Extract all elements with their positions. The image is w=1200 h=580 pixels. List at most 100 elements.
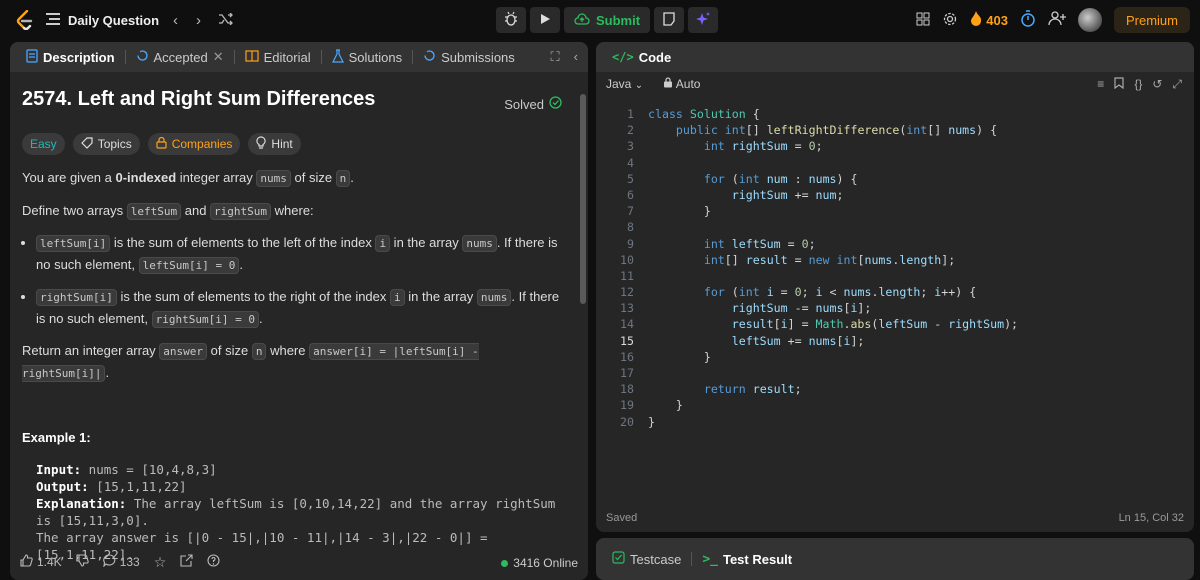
list-item: rightSum[i] is the sum of elements to th… — [36, 286, 562, 330]
problem-description: 2574. Left and Right Sum Differences Sol… — [22, 88, 562, 563]
shuffle-icon[interactable] — [215, 12, 237, 29]
thumbs-down-icon — [76, 554, 89, 570]
add-friend-icon[interactable] — [1048, 11, 1066, 29]
lock-icon — [663, 77, 676, 91]
next-problem-button[interactable]: › — [192, 12, 205, 29]
lightbulb-icon — [256, 136, 267, 152]
play-icon — [539, 13, 551, 28]
tab-description[interactable]: Description — [20, 48, 121, 66]
online-count: 3416 Online — [501, 556, 578, 570]
language-select[interactable]: Java ⌄ — [606, 77, 643, 91]
layout-grid-icon[interactable] — [916, 12, 930, 29]
help-icon[interactable] — [207, 554, 220, 570]
hint-badge[interactable]: Hint — [248, 133, 301, 155]
topics-badge[interactable]: Topics — [72, 133, 140, 155]
timer-icon[interactable] — [1020, 10, 1036, 30]
reset-icon[interactable]: ↺ — [1152, 77, 1162, 92]
like-button[interactable]: 1.4K — [20, 554, 62, 570]
expand-icon[interactable]: ⤢ — [1172, 77, 1182, 92]
description-paragraph: You are given a 0-indexed integer array … — [22, 170, 354, 187]
tab-separator — [320, 50, 322, 64]
tab-accepted[interactable]: Accepted ✕ — [130, 49, 230, 65]
code-toolbar: Java ⌄ Auto ≡ {} ↺ ⤢ — [596, 72, 1194, 96]
auto-mode-toggle[interactable]: Auto — [663, 77, 700, 91]
saved-status: Saved — [606, 512, 638, 524]
cursor-position: Ln 15, Col 32 — [1118, 512, 1184, 524]
ai-assistant-button[interactable] — [688, 7, 719, 33]
online-dot-icon — [501, 559, 509, 567]
document-icon — [26, 48, 38, 66]
code-editor[interactable]: 1 class Solution { 2 public int[] leftRig… — [596, 106, 1194, 430]
format-icon[interactable]: ≡ — [1097, 77, 1104, 92]
accepted-history-icon — [136, 49, 149, 65]
description-paragraph: Return an integer array answer of size n… — [22, 343, 479, 382]
tab-separator — [412, 50, 414, 64]
description-scrollbar[interactable] — [580, 94, 586, 304]
example-title: Example 1: — [22, 430, 91, 445]
streak-counter[interactable]: 403 — [970, 11, 1008, 29]
collapse-chevron-icon[interactable]: ‹ — [574, 49, 578, 65]
lock-icon — [156, 136, 167, 152]
tab-test-result[interactable]: >_ Test Result — [696, 552, 798, 567]
chevron-down-icon: ⌄ — [634, 80, 644, 91]
dislike-button[interactable] — [76, 554, 89, 570]
tab-submissions[interactable]: Submissions — [417, 49, 521, 65]
star-icon[interactable]: ☆ — [154, 554, 167, 571]
definition-list: leftSum[i] is the sum of elements to the… — [36, 232, 562, 330]
bookmark-icon[interactable] — [1114, 76, 1124, 92]
code-tabbar: </> Code — [596, 42, 1194, 72]
tab-testcase[interactable]: Testcase — [606, 551, 687, 567]
test-panel: Testcase >_ Test Result — [596, 538, 1194, 580]
prev-problem-button[interactable]: ‹ — [169, 12, 182, 29]
description-footer: 1.4K 133 ☆ 3416 Online — [10, 544, 588, 580]
code-panel: </> Code Java ⌄ Auto ≡ {} ↺ ⤢ 1 class Sol… — [596, 42, 1194, 532]
tab-separator — [233, 50, 235, 64]
description-paragraph: Define two arrays leftSum and rightSum w… — [22, 203, 314, 220]
book-icon — [245, 49, 259, 65]
top-bar: Daily Question ‹ › Submit 403 Premium — [0, 0, 1200, 40]
flask-icon — [331, 48, 344, 66]
terminal-icon: >_ — [702, 551, 718, 567]
notes-button[interactable] — [654, 7, 685, 33]
tab-separator — [691, 552, 693, 566]
maximize-icon[interactable]: ⛶ — [551, 49, 560, 65]
page-title: 2574. Left and Right Sum Differences — [22, 88, 376, 110]
sparkle-icon — [695, 11, 711, 30]
solved-badge: Solved — [504, 96, 562, 112]
comment-icon — [102, 554, 116, 570]
left-tabbar: Description Accepted ✕ Editorial Solutio… — [10, 42, 588, 72]
problem-badges: Easy Topics Companies Hint — [22, 133, 562, 155]
description-panel: Description Accepted ✕ Editorial Solutio… — [10, 42, 588, 580]
premium-button[interactable]: Premium — [1113, 7, 1190, 33]
leetcode-logo-icon[interactable] — [14, 9, 36, 31]
difficulty-badge: Easy — [22, 133, 65, 155]
list-icon — [46, 12, 60, 28]
share-icon[interactable] — [180, 554, 193, 570]
run-button[interactable] — [530, 7, 560, 33]
list-item: leftSum[i] is the sum of elements to the… — [36, 232, 562, 276]
tab-editorial[interactable]: Editorial — [239, 50, 317, 65]
check-circle-icon — [549, 96, 562, 112]
problem-list-button[interactable]: Daily Question — [46, 12, 160, 28]
close-icon[interactable]: ✕ — [213, 49, 224, 65]
braces-icon[interactable]: {} — [1134, 77, 1142, 92]
comments-button[interactable]: 133 — [102, 554, 140, 570]
daily-question-label: Daily Question — [68, 12, 160, 28]
bug-icon — [503, 11, 519, 30]
tab-separator — [124, 50, 126, 64]
submit-button[interactable]: Submit — [564, 7, 651, 33]
tab-code[interactable]: </> Code — [606, 50, 677, 65]
note-icon — [662, 11, 676, 29]
avatar[interactable] — [1077, 8, 1102, 32]
tag-icon — [80, 136, 93, 152]
thumbs-up-icon — [20, 554, 33, 570]
tab-solutions[interactable]: Solutions — [326, 48, 408, 66]
code-brackets-icon: </> — [612, 50, 634, 64]
test-tabbar: Testcase >_ Test Result — [596, 538, 1194, 580]
checkbox-icon — [612, 551, 625, 567]
settings-gear-icon[interactable] — [942, 11, 958, 30]
cloud-upload-icon — [574, 12, 590, 28]
history-icon — [423, 49, 436, 65]
companies-badge[interactable]: Companies — [147, 133, 241, 155]
debugger-button[interactable] — [496, 7, 526, 33]
